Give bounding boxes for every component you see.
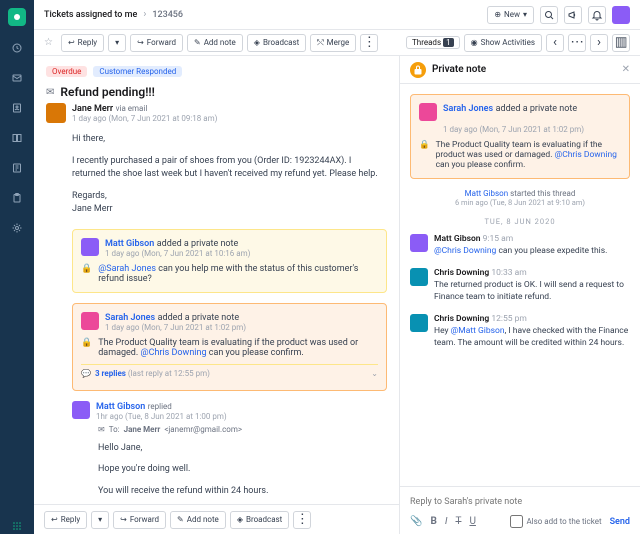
settings-icon[interactable] [9,220,25,236]
private-note-2: Sarah Jones added a private note 1 day a… [72,303,387,391]
reply-dropdown[interactable]: ▾ [91,511,109,529]
reply-box: 📎 B I T U Also add to the ticket Send [400,486,640,534]
also-add-checkbox[interactable]: Also add to the ticket [510,515,601,528]
agent-avatar[interactable] [410,234,428,252]
replies-toggle[interactable]: 💬 3 replies (last reply at 12:55 pm) ⌄ [81,364,378,382]
forward-button[interactable]: ↪ Forward [113,511,166,529]
left-rail [0,0,34,534]
ticket-body: Hi there, I recently purchased a pair of… [46,133,387,217]
date-divider: TUE, 8 JUN 2020 [410,217,630,226]
broadcast-button[interactable]: ◈ Broadcast [247,34,306,52]
search-icon[interactable] [540,6,558,24]
italic-icon[interactable]: I [445,516,448,527]
ticket-timestamp: 1 day ago (Mon, 7 Jun 2021 at 09:18 am) [72,114,217,123]
breadcrumb-sep: › [143,9,146,20]
add-note-button[interactable]: ✎ Add note [170,511,226,529]
conversation-pane: Overdue Customer Responded ✉ Refund pend… [34,56,400,534]
requester-name[interactable]: Jane Merr [72,104,113,114]
close-icon[interactable]: ✕ [622,64,630,75]
agent-avatar[interactable] [410,314,428,332]
app-logo[interactable] [8,8,26,26]
bell-icon[interactable] [588,6,606,24]
thread-message: Chris Downing 12:55 pm Hey @Matt Gibson,… [410,314,630,350]
chevron-down-icon: ⌄ [371,369,378,378]
reply-dropdown[interactable]: ▾ [108,34,126,52]
attach-icon[interactable]: 📎 [410,516,422,527]
agent-avatar[interactable] [72,401,90,419]
send-button[interactable]: Send [610,517,630,527]
topbar: Tickets assigned to me › 123456 ⊕ New ▾ [34,0,640,30]
star-icon[interactable]: ☆ [44,37,53,48]
thread-started: Matt Gibson started this thread 6 min ag… [410,189,630,207]
prev-icon[interactable]: ‹ [546,34,564,52]
panel-note-card: Sarah Jones added a private note 1 day a… [410,94,630,179]
next-icon[interactable]: › [590,34,608,52]
agent-avatar[interactable] [419,103,437,121]
underline-icon[interactable]: U [469,516,475,527]
private-note-panel: Private note ✕ Sarah Jones added a priva… [400,56,640,534]
more-icon[interactable]: ⋮ [293,511,311,529]
announce-icon[interactable] [564,6,582,24]
reply-button[interactable]: ↩ Reply [44,511,87,529]
apps-icon[interactable] [9,518,25,534]
agent-avatar[interactable] [410,268,428,286]
kb-icon[interactable] [9,130,25,146]
new-button[interactable]: ⊕ New ▾ [487,6,534,24]
merge-button[interactable]: ⤲ Merge [310,34,356,52]
panel-title: Private note [432,64,616,75]
reply-button[interactable]: ↩ Reply [61,34,104,52]
requester-avatar[interactable] [46,103,66,123]
overdue-tag[interactable]: Overdue [46,66,87,77]
threads-badge[interactable]: Threads 1 [406,36,460,49]
forward-button[interactable]: ↪ Forward [130,34,183,52]
strike-icon[interactable]: T [455,516,461,527]
envelope-icon: ✉ [46,87,54,98]
show-activities-button[interactable]: ◉ Show Activities [464,34,542,52]
thread-message: Matt Gibson 9:15 am @Chris Downing can y… [410,234,630,258]
add-note-button[interactable]: ✎ Add note [187,34,243,52]
lock-icon: 🔒 [419,140,430,170]
inbox-icon[interactable] [9,70,25,86]
bold-icon[interactable]: B [430,516,436,527]
expand-icon[interactable]: ▥ [612,34,630,52]
dashboard-icon[interactable] [9,40,25,56]
lock-icon [410,62,426,78]
thread-message: Chris Downing 10:33 am The returned prod… [410,268,630,304]
ticket-id: 123456 [152,10,183,20]
reports-icon[interactable] [9,160,25,176]
lock-icon: 🔒 [81,264,92,274]
contacts-icon[interactable] [9,100,25,116]
more-nav-icon[interactable]: ⋯ [568,34,586,52]
agent-avatar[interactable] [81,238,99,256]
more-icon[interactable]: ⋮ [360,34,378,52]
lock-icon: 🔒 [81,338,92,348]
reply-message: Matt Gibson replied 1hr ago (Tue, 8 Jun … [72,401,387,505]
ticket-subject: Refund pending!!! [60,85,154,99]
clipboard-icon[interactable] [9,190,25,206]
private-note-1: Matt Gibson added a private note 1 day a… [72,229,387,293]
action-toolbar: ☆ ↩ Reply ▾ ↪ Forward ✎ Add note ◈ Broad… [34,30,640,56]
broadcast-button[interactable]: ◈ Broadcast [230,511,289,529]
bottom-toolbar: ↩ Reply ▾ ↪ Forward ✎ Add note ◈ Broadca… [34,504,399,534]
responded-tag[interactable]: Customer Responded [93,66,182,77]
envelope-icon: ✉ [98,425,105,434]
agent-avatar[interactable] [81,312,99,330]
breadcrumb-parent[interactable]: Tickets assigned to me [44,10,137,20]
user-avatar[interactable] [612,6,630,24]
reply-input[interactable] [410,493,630,511]
